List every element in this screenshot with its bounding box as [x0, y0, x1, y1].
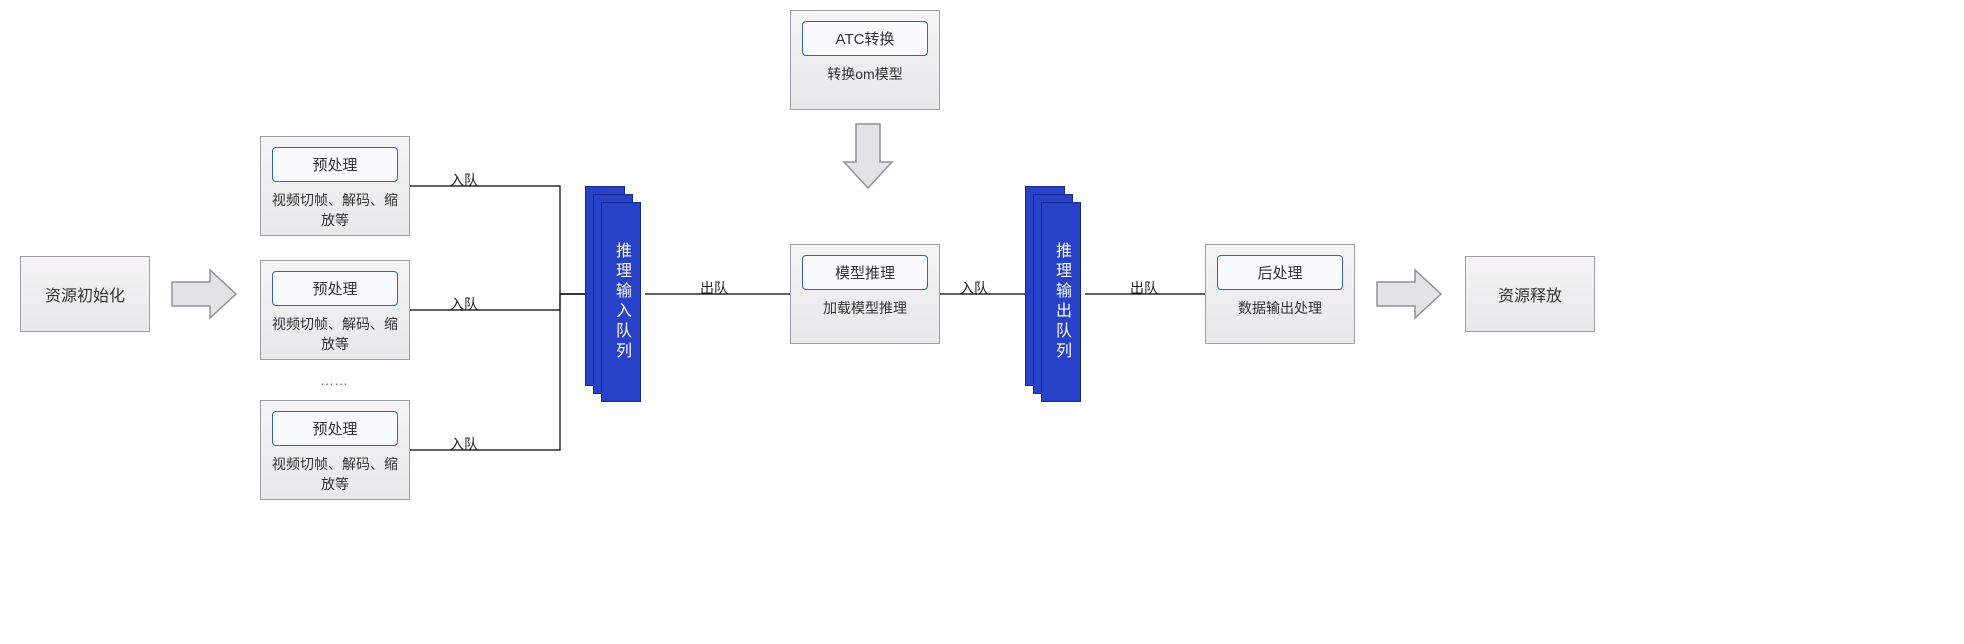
node-postprocess-chip: 后处理 [1217, 255, 1342, 290]
node-input-queue-label: 推理输入队列 [609, 242, 633, 362]
node-atc: ATC转换 转换om模型 [790, 10, 940, 110]
diagram-canvas: 资源初始化 预处理 视频切帧、解码、缩放等 预处理 视频切帧、解码、缩放等 ……… [0, 0, 1964, 644]
node-preprocess-3: 预处理 视频切帧、解码、缩放等 [260, 400, 410, 500]
node-preprocess-1: 预处理 视频切帧、解码、缩放等 [260, 136, 410, 236]
node-preprocess-3-chip: 预处理 [272, 411, 397, 446]
edge-dequeue-1: 出队 [700, 278, 728, 298]
arrow-down-icon [840, 122, 896, 192]
node-inference-chip: 模型推理 [802, 255, 927, 290]
node-inference: 模型推理 加载模型推理 [790, 244, 940, 344]
arrow-right-icon [170, 266, 240, 322]
node-preprocess-2: 预处理 视频切帧、解码、缩放等 [260, 260, 410, 360]
queue-front: 推理输入队列 [601, 202, 641, 402]
node-preprocess-2-sub: 视频切帧、解码、缩放等 [261, 312, 409, 362]
node-output-queue-label: 推理输出队列 [1049, 242, 1073, 362]
node-preprocess-2-chip: 预处理 [272, 271, 397, 306]
node-resource-init: 资源初始化 [20, 256, 150, 332]
node-atc-chip: ATC转换 [802, 21, 927, 56]
node-inference-sub: 加载模型推理 [791, 296, 939, 326]
node-postprocess-sub: 数据输出处理 [1206, 296, 1354, 326]
node-resource-init-label: 资源初始化 [45, 282, 125, 306]
arrow-right-icon [1375, 266, 1445, 322]
node-postprocess: 后处理 数据输出处理 [1205, 244, 1355, 344]
node-resource-release: 资源释放 [1465, 256, 1595, 332]
edge-enqueue-2: 入队 [450, 294, 478, 314]
ellipsis: …… [320, 372, 348, 388]
edge-dequeue-2: 出队 [1130, 278, 1158, 298]
node-preprocess-1-sub: 视频切帧、解码、缩放等 [261, 188, 409, 238]
edge-enqueue-1: 入队 [450, 170, 478, 190]
node-preprocess-3-sub: 视频切帧、解码、缩放等 [261, 452, 409, 502]
edge-enqueue-4: 入队 [960, 278, 988, 298]
node-resource-release-label: 资源释放 [1498, 282, 1562, 306]
node-atc-sub: 转换om模型 [791, 62, 939, 92]
queue-front: 推理输出队列 [1041, 202, 1081, 402]
node-preprocess-1-chip: 预处理 [272, 147, 397, 182]
edge-enqueue-3: 入队 [450, 434, 478, 454]
